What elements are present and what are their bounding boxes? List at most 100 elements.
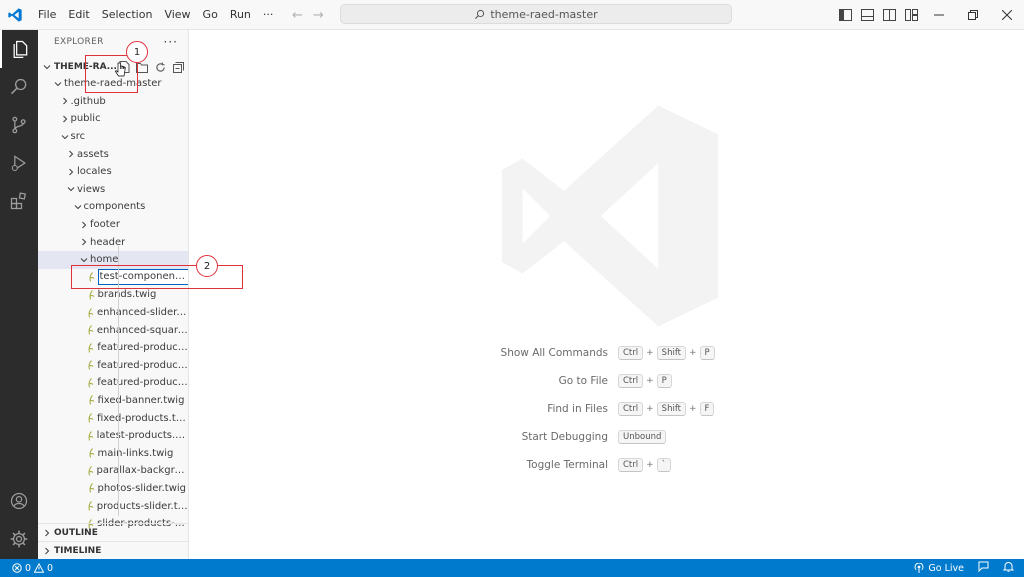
folder-item[interactable]: components [38, 198, 188, 216]
menu-item[interactable]: Selection [96, 0, 159, 30]
tree-item-label: header [90, 236, 126, 248]
file-item[interactable]: products-slider.tw... [38, 497, 188, 515]
explorer-icon[interactable] [0, 30, 38, 68]
tree-item-label: assets [77, 148, 109, 160]
menu-item[interactable]: File [32, 0, 62, 30]
source-control-icon[interactable] [0, 106, 38, 144]
menu-item[interactable]: View [158, 0, 196, 30]
feedback-icon[interactable] [978, 561, 989, 575]
more-menu-icon[interactable]: ··· [257, 0, 280, 30]
file-item[interactable]: fixed-products.twig [38, 409, 189, 427]
explorer-header: EXPLORER ··· [38, 30, 188, 54]
annotation-marker-2: 2 [196, 255, 218, 277]
twig-file-icon [85, 290, 98, 300]
shortcut-row: Start Debugging Unbound [478, 429, 878, 445]
chevron-down-icon [40, 63, 54, 71]
problems-status[interactable]: 0 0 [0, 563, 53, 574]
folder-item[interactable]: locales [38, 163, 188, 181]
twig-file-icon [85, 360, 98, 370]
notifications-bell-icon[interactable] [1002, 561, 1015, 575]
keybinding-key: Unbound [618, 430, 667, 444]
command-center-search[interactable]: theme-raed-master [340, 4, 732, 24]
menu-item[interactable]: Go [197, 0, 224, 30]
tree-item-label: featured-product... [97, 359, 189, 371]
folder-item[interactable]: public [38, 110, 188, 128]
folder-item[interactable]: header [38, 233, 188, 251]
settings-gear-icon[interactable] [0, 520, 38, 558]
twig-file-icon [85, 448, 98, 458]
restore-button[interactable] [956, 0, 990, 30]
twig-file-icon [85, 430, 97, 441]
file-item[interactable]: enhanced-square... [38, 321, 188, 339]
shortcut-label: Toggle Terminal [526, 459, 608, 471]
accounts-icon[interactable] [0, 482, 38, 520]
twig-file-icon [85, 342, 98, 353]
file-item[interactable]: main-links.twig [38, 444, 188, 462]
more-actions-icon[interactable]: ··· [164, 35, 178, 49]
close-button[interactable] [990, 0, 1024, 30]
folder-item[interactable]: .github [38, 93, 188, 111]
folder-item[interactable]: views [38, 181, 188, 199]
broadcast-icon [914, 563, 924, 573]
chevron-down-icon [59, 133, 71, 141]
title-bar: File Edit Selection View Go Run ··· ← → theme-… [0, 0, 1024, 30]
tree-item-label: parallax-backgrou... [96, 465, 189, 477]
chevron-right-icon [59, 115, 71, 123]
tree-item-label: fixed-products.twig [96, 412, 189, 424]
folder-item[interactable]: assets [38, 145, 188, 163]
file-item[interactable]: featured-product... [38, 357, 189, 375]
minimize-button[interactable] [922, 0, 956, 30]
collapse-all-icon[interactable] [171, 60, 185, 74]
outline-section-header[interactable]: OUTLINE [38, 523, 188, 541]
toggle-panel-icon[interactable] [856, 0, 878, 30]
explorer-title: EXPLORER [54, 37, 104, 47]
forward-arrow-icon[interactable]: → [313, 8, 324, 23]
file-item[interactable]: fixed-banner.twig [38, 392, 188, 410]
file-item[interactable]: enhanced-slider.t... [38, 304, 188, 322]
file-item[interactable]: featured-product... [38, 339, 188, 357]
twig-file-icon [85, 501, 97, 511]
menu-item[interactable]: Edit [62, 0, 95, 30]
twig-file-icon [85, 466, 97, 476]
tree-item-label: home [90, 254, 119, 266]
go-live-button[interactable]: Go Live [914, 563, 964, 574]
back-arrow-icon[interactable]: ← [292, 8, 303, 23]
warning-icon [34, 563, 45, 573]
folder-item[interactable]: footer [38, 216, 188, 234]
window-controls [834, 0, 1024, 30]
tree-item-label: featured-product... [97, 377, 189, 389]
keybinding-key: Ctrl [618, 402, 644, 416]
keybinding-key: P [699, 346, 715, 360]
refresh-icon[interactable] [153, 60, 167, 74]
toggle-secondary-sidebar-icon[interactable] [878, 0, 900, 30]
timeline-section-header[interactable]: TIMELINE [38, 541, 188, 559]
file-item[interactable]: parallax-backgrou... [38, 462, 189, 480]
key-separator: + [689, 348, 697, 358]
toggle-primary-sidebar-icon[interactable] [834, 0, 856, 30]
error-count: 0 [25, 562, 32, 574]
keybinding-key: Ctrl [618, 458, 644, 472]
extensions-icon[interactable] [0, 182, 38, 220]
chevron-right-icon [40, 529, 54, 537]
warning-count: 0 [47, 562, 54, 574]
folder-item[interactable]: src [38, 128, 188, 146]
keybinding-key: Shift [656, 346, 686, 360]
tree-item-label: photos-slider.twig [97, 482, 187, 494]
file-tree: theme-raed-master .github public src assets l… [38, 75, 189, 532]
keybinding-key: ` [656, 458, 671, 472]
customize-layout-icon[interactable] [900, 0, 922, 30]
file-item[interactable]: photos-slider.twig [38, 480, 188, 498]
twig-file-icon [85, 325, 97, 335]
menu-item[interactable]: Run [224, 0, 257, 30]
editor-area: Show All Commands Ctrl + Shift + P Go to File C… [189, 30, 1024, 559]
file-item[interactable]: featured-product... [38, 374, 189, 392]
run-and-debug-icon[interactable] [0, 144, 38, 182]
file-item[interactable]: latest-products.tw... [38, 427, 188, 445]
search-icon[interactable] [0, 68, 38, 106]
keybinding-key: Ctrl [618, 374, 644, 388]
timeline-title: TIMELINE [54, 545, 102, 556]
chevron-right-icon [78, 238, 90, 246]
status-bar: 0 0 Go Live [0, 559, 1024, 577]
shortcut-label: Find in Files [547, 403, 608, 415]
twig-file-icon [85, 395, 98, 406]
